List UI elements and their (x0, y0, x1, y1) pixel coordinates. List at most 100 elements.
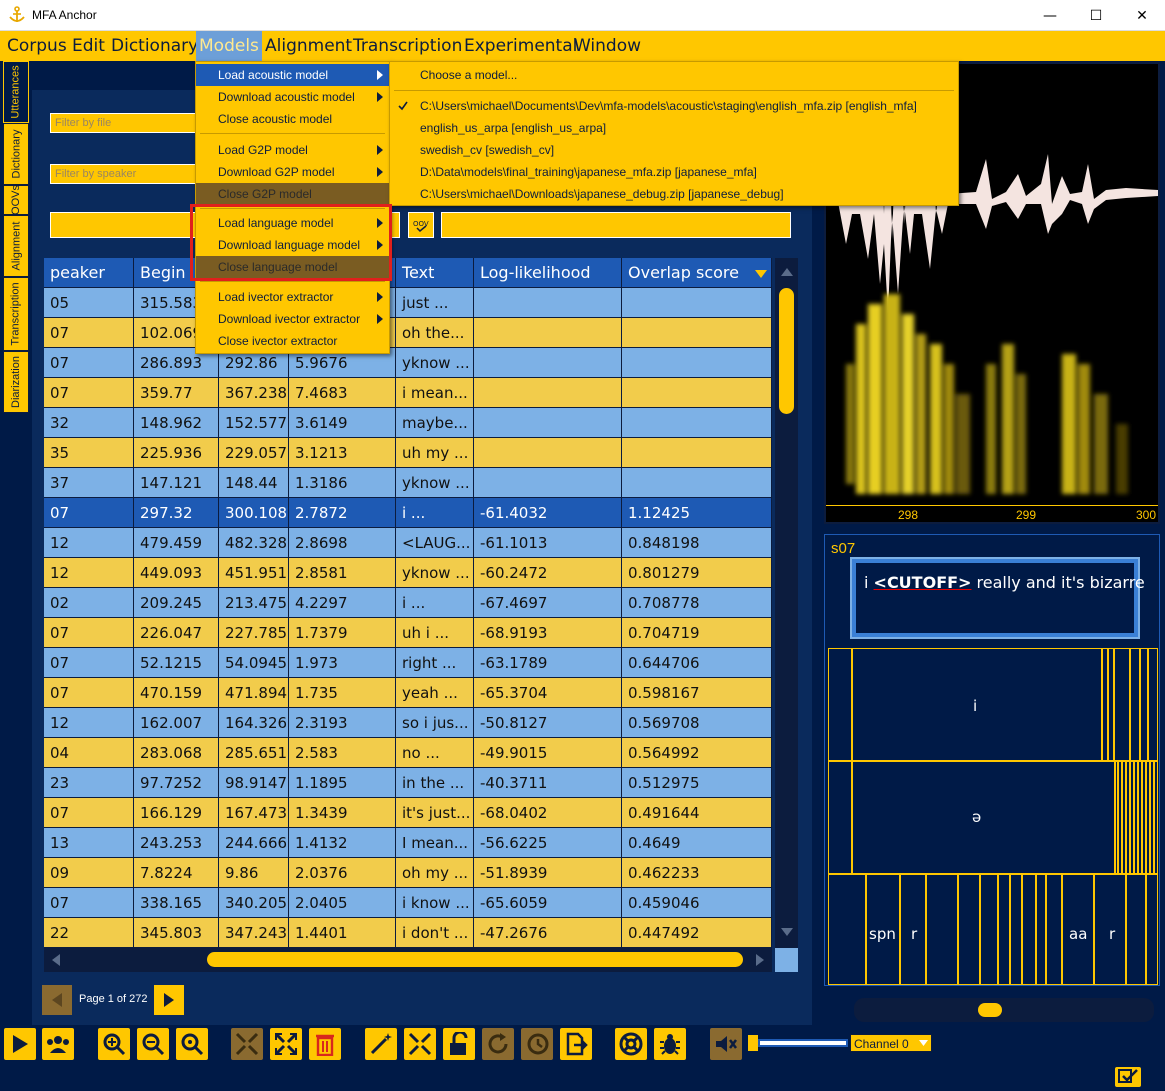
mute-button[interactable] (710, 1028, 742, 1060)
table-row[interactable]: 07 338.165 340.205 2.0405 i know ... -65.6059… (44, 888, 772, 918)
table-row[interactable]: 35 225.936 229.057 3.1213 uh my ... (44, 438, 772, 468)
table-row[interactable]: 32 148.962 152.577 3.6149 maybe... (44, 408, 772, 438)
menu-dictionary[interactable]: Dictionary (111, 36, 198, 56)
magic-button[interactable] (365, 1028, 397, 1060)
tab-utterances[interactable]: Utterances (3, 61, 29, 123)
utterance-text: i <CUTOFF> really and it's bizarre (864, 573, 1145, 592)
table-row[interactable]: 37 147.121 148.44 1.3186 yknow ... (44, 468, 772, 498)
table-row[interactable]: 12 449.093 451.951 2.8581 yknow ... -60.2472 0… (44, 558, 772, 588)
table-row[interactable]: 22 345.803 347.243 1.4401 i don't ... -47.267… (44, 918, 772, 948)
utterance-text-editor[interactable]: i <CUTOFF> really and it's bizarre (850, 557, 1145, 639)
prev-page-button[interactable] (42, 985, 72, 1015)
menu-transcription[interactable]: Transcription (353, 36, 462, 56)
menu-window[interactable]: Window (574, 36, 641, 56)
fit-button[interactable] (404, 1028, 436, 1060)
phone-tier[interactable]: ə (828, 761, 1158, 874)
zoom-to-selection-button[interactable] (176, 1028, 208, 1060)
volume-slider[interactable] (748, 1031, 848, 1055)
file-filter-input[interactable]: Filter by file (50, 113, 200, 133)
table-row[interactable]: 04 283.068 285.651 2.583 no ... -49.9015 0.564… (44, 738, 772, 768)
menu-item-acoustic-model[interactable]: D:\Data\models\final_training\japanese_m… (390, 161, 958, 183)
menu-item-acoustic-model[interactable]: C:\Users\michael\Documents\Dev\mfa-model… (390, 95, 958, 117)
table-horizontal-scrollbar[interactable] (44, 948, 772, 972)
menu-item-close-ivector-extractor[interactable]: Close ivector extractor (196, 330, 389, 352)
scroll-up-icon[interactable] (781, 268, 793, 276)
menu-item-download-acoustic-model[interactable]: Download acoustic model (196, 86, 389, 108)
tier-3[interactable]: spn r aa r (828, 874, 1158, 985)
col-overlap-score[interactable]: Overlap score (622, 258, 772, 288)
detail-horizontal-scrollbar[interactable] (854, 998, 1154, 1022)
table-row[interactable]: 23 97.7252 98.9147 1.1895 in the ... -40.3711… (44, 768, 772, 798)
tab-dictionary[interactable]: Dictionary (3, 123, 29, 185)
tab-diarization[interactable]: Diarization (3, 351, 29, 413)
menu-item-load-g2p-model[interactable]: Load G2P model (196, 139, 389, 161)
scroll-down-icon[interactable] (781, 928, 793, 936)
menu-alignment[interactable]: Alignment (265, 36, 352, 56)
menu-item-close-g2p-model[interactable]: Close G2P model (196, 183, 389, 205)
menu-item-load-ivector-extractor[interactable]: Load ivector extractor (196, 286, 389, 308)
menu-experimental[interactable]: Experimental (464, 36, 577, 56)
tab-transcription[interactable]: Transcription (3, 277, 29, 351)
table-row[interactable]: 07 226.047 227.785 1.7379 uh i ... -68.9193 0.… (44, 618, 772, 648)
export-button[interactable] (560, 1028, 592, 1060)
close-button[interactable]: ✕ (1119, 0, 1165, 31)
menu-item-acoustic-model[interactable]: C:\Users\michael\Downloads\japanese_debu… (390, 183, 958, 205)
col-log-likelihood[interactable]: Log-likelihood (474, 258, 622, 288)
delete-button[interactable] (309, 1028, 341, 1060)
menu-item-download-ivector-extractor[interactable]: Download ivector extractor (196, 308, 389, 330)
menu-models[interactable]: Models (196, 31, 262, 61)
table-row[interactable]: 07 52.1215 54.0945 1.973 right ... -63.1789 0.… (44, 648, 772, 678)
col-text[interactable]: Text (396, 258, 474, 288)
menu-item-close-acoustic-model[interactable]: Close acoustic model (196, 108, 389, 130)
table-row[interactable]: 05 315.583 just ... (44, 288, 772, 318)
merge-button[interactable] (231, 1028, 263, 1060)
table-row[interactable]: 07 470.159 471.894 1.735 yeah ... -65.3704 0.5… (44, 678, 772, 708)
menu-edit[interactable]: Edit (72, 36, 105, 56)
table-vertical-scroll-thumb[interactable] (779, 288, 794, 414)
detail-scroll-thumb[interactable] (978, 1003, 1002, 1017)
lock-button[interactable] (443, 1028, 475, 1060)
tab-oovs[interactable]: OOVs (3, 185, 29, 215)
table-row[interactable]: 07 286.893 292.86 5.9676 yknow ... (44, 348, 772, 378)
col-speaker[interactable]: peaker (44, 258, 134, 288)
zoom-in-button[interactable] (98, 1028, 130, 1060)
maximize-button[interactable]: ☐ (1073, 0, 1119, 31)
menu-item-acoustic-model[interactable]: swedish_cv [swedish_cv] (390, 139, 958, 161)
speakers-button[interactable] (42, 1028, 74, 1060)
scroll-right-icon[interactable] (756, 954, 764, 966)
word-tier[interactable]: i (828, 648, 1158, 761)
table-row[interactable]: 12 162.007 164.326 2.3193 so i jus... -50.812… (44, 708, 772, 738)
table-row[interactable]: 02 209.245 213.475 4.2297 i ... -67.4697 0.708… (44, 588, 772, 618)
replace-input[interactable] (441, 212, 791, 238)
table-row[interactable]: 07 359.77 367.238 7.4683 i mean... (44, 378, 772, 408)
scroll-left-icon[interactable] (52, 954, 60, 966)
history-button[interactable] (521, 1028, 553, 1060)
status-indicator[interactable] (1115, 1067, 1141, 1087)
help-button[interactable] (615, 1028, 647, 1060)
table-row[interactable]: 07 102.069 oh the... (44, 318, 772, 348)
speaker-filter-input[interactable]: Filter by speaker (50, 164, 200, 184)
menu-corpus[interactable]: Corpus (7, 36, 67, 56)
table-row[interactable]: 13 243.253 244.666 1.4132 I mean... -56.6225 0… (44, 828, 772, 858)
report-bug-button[interactable] (654, 1028, 686, 1060)
tab-alignment[interactable]: Alignment (3, 215, 29, 277)
table-row[interactable]: 07 166.129 167.473 1.3439 it's just... -68.04… (44, 798, 772, 828)
channel-select[interactable]: Channel 0 (850, 1034, 932, 1052)
next-page-button[interactable] (154, 985, 184, 1015)
menu-item-choose-model[interactable]: Choose a model... (390, 64, 958, 86)
minimize-button[interactable]: — (1027, 0, 1073, 31)
table-horizontal-scroll-thumb[interactable] (207, 952, 743, 967)
submenu-arrow-icon (377, 92, 383, 102)
split-button[interactable] (270, 1028, 302, 1060)
refresh-button[interactable] (482, 1028, 514, 1060)
menu-item-download-g2p-model[interactable]: Download G2P model (196, 161, 389, 183)
oov-search-button[interactable]: OOV (408, 212, 434, 238)
zoom-out-button[interactable] (137, 1028, 169, 1060)
menu-item-acoustic-model[interactable]: english_us_arpa [english_us_arpa] (390, 117, 958, 139)
table-row[interactable]: 07 297.32 300.108 2.7872 i ... -61.4032 1.1242… (44, 498, 772, 528)
table-row[interactable]: 12 479.459 482.328 2.8698 <LAUG... -61.1013 0.… (44, 528, 772, 558)
play-button[interactable] (4, 1028, 36, 1060)
table-vertical-scrollbar[interactable] (775, 258, 798, 948)
table-row[interactable]: 09 7.8224 9.86 2.0376 oh my ... -51.8939 0.462… (44, 858, 772, 888)
menu-item-load-acoustic-model[interactable]: Load acoustic model (196, 64, 389, 86)
